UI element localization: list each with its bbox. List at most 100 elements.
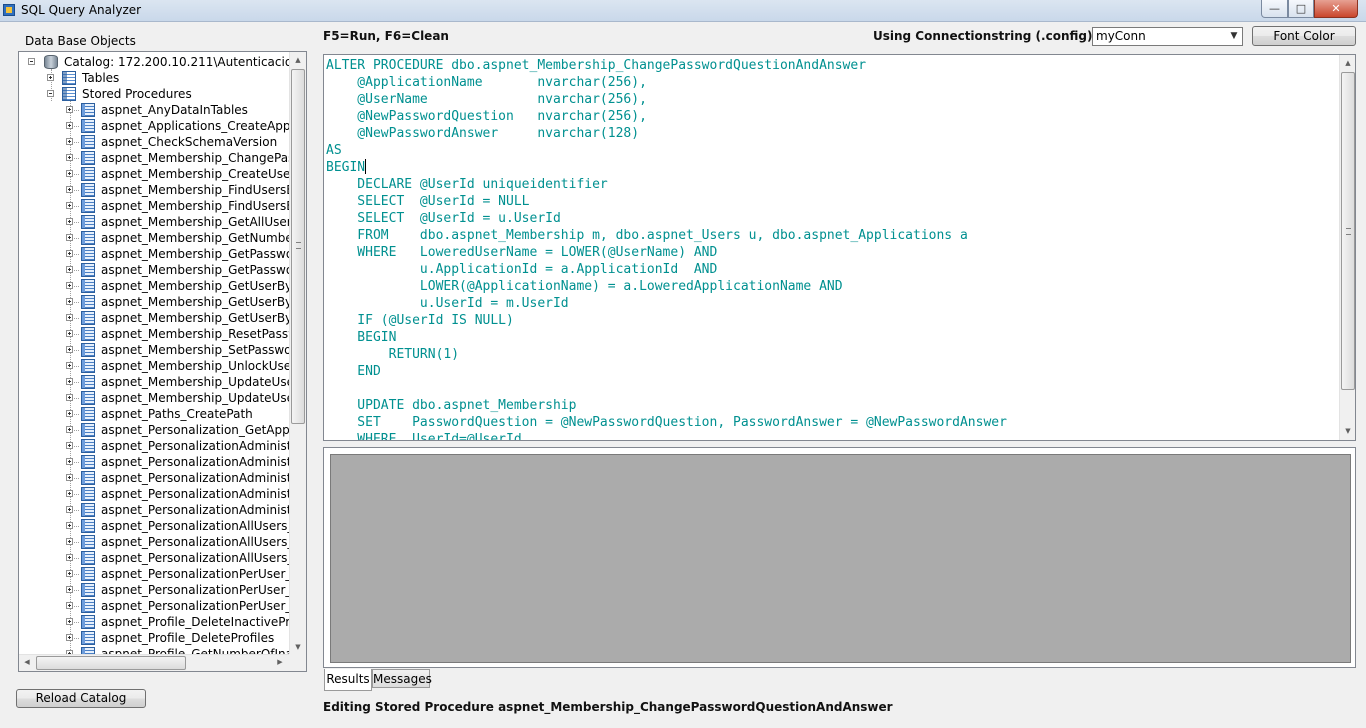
stored-procedure-icon — [81, 135, 95, 149]
font-color-button[interactable]: Font Color — [1252, 26, 1356, 46]
database-objects-label: Data Base Objects — [25, 34, 136, 48]
folder-icon — [62, 87, 76, 101]
procedure-label: aspnet_Membership_UpdateUser — [101, 375, 299, 389]
expand-icon[interactable] — [66, 522, 73, 529]
procedure-label: aspnet_Membership_ChangePass — [101, 151, 301, 165]
shortcut-hint: F5=Run, F6=Clean — [323, 29, 449, 43]
results-grid[interactable] — [330, 454, 1351, 663]
stored-procedure-icon — [81, 103, 95, 117]
procedure-label: aspnet_Applications_CreateApplications — [101, 119, 306, 133]
expand-icon[interactable] — [66, 314, 73, 321]
tree-vertical-scrollbar[interactable]: ▲ ▼ — [289, 52, 306, 656]
minimize-button[interactable]: — — [1261, 0, 1288, 18]
stored-procedure-icon — [81, 487, 95, 501]
scroll-left-icon[interactable]: ◀ — [19, 655, 35, 670]
expand-icon[interactable] — [66, 122, 73, 129]
stored-procedure-icon — [81, 615, 95, 629]
expand-icon[interactable] — [66, 282, 73, 289]
procedure-label: aspnet_AnyDataInTables — [101, 103, 248, 117]
close-button[interactable]: ✕ — [1314, 0, 1358, 18]
procedure-label: aspnet_Membership_GetPasswor — [101, 263, 299, 277]
scroll-thumb[interactable] — [36, 656, 186, 670]
connection-value: myConn — [1096, 29, 1146, 43]
procedure-label: aspnet_PersonalizationAllUsers_R — [101, 535, 302, 549]
scroll-up-icon[interactable]: ▲ — [1340, 55, 1355, 72]
sql-editor[interactable]: ALTER PROCEDURE dbo.aspnet_Membership_Ch… — [323, 54, 1356, 441]
expand-icon[interactable] — [66, 426, 73, 433]
procedure-label: aspnet_Membership_ResetPassw — [101, 327, 298, 341]
chevron-down-icon[interactable]: ▼ — [1226, 28, 1242, 45]
database-objects-tree[interactable]: Catalog: 172.200.10.211\Autenticacion Ta… — [18, 51, 307, 672]
collapse-icon[interactable] — [28, 58, 35, 65]
tree-horizontal-scrollbar[interactable]: ◀ ▶ — [19, 654, 289, 671]
scroll-thumb[interactable] — [1341, 72, 1355, 390]
collapse-icon[interactable] — [47, 90, 54, 97]
expand-icon[interactable] — [66, 330, 73, 337]
stored-procedure-icon — [81, 151, 95, 165]
expand-icon[interactable] — [66, 234, 73, 241]
stored-procedure-icon — [81, 391, 95, 405]
sql-code[interactable]: ALTER PROCEDURE dbo.aspnet_Membership_Ch… — [326, 57, 1007, 441]
expand-icon[interactable] — [66, 634, 73, 641]
expand-icon[interactable] — [66, 570, 73, 577]
expand-icon[interactable] — [47, 74, 54, 81]
expand-icon[interactable] — [66, 362, 73, 369]
expand-icon[interactable] — [66, 410, 73, 417]
tables-label: Tables — [82, 71, 120, 85]
stored-procedure-icon — [81, 583, 95, 597]
expand-icon[interactable] — [66, 506, 73, 513]
expand-icon[interactable] — [66, 298, 73, 305]
scroll-right-icon[interactable]: ▶ — [272, 655, 288, 670]
expand-icon[interactable] — [66, 538, 73, 545]
procedure-label: aspnet_Membership_FindUsersBy — [101, 199, 302, 213]
expand-icon[interactable] — [66, 250, 73, 257]
maximize-button[interactable]: □ — [1288, 0, 1314, 18]
scroll-up-icon[interactable]: ▲ — [290, 52, 306, 69]
code-text-after-cursor: DECLARE @UserId uniqueidentifier SELECT … — [357, 177, 1007, 441]
procedure-label: aspnet_Membership_GetPasswor — [101, 247, 299, 261]
connection-select[interactable]: myConn ▼ — [1092, 27, 1243, 46]
expand-icon[interactable] — [66, 602, 73, 609]
procedure-label: aspnet_Profile_DeleteProfiles — [101, 631, 275, 645]
expand-icon[interactable] — [66, 586, 73, 593]
stored-procedure-icon — [81, 247, 95, 261]
procedure-label: aspnet_PersonalizationAdministra — [101, 455, 304, 469]
procedure-label: aspnet_Membership_GetUserByU — [101, 311, 301, 325]
scroll-thumb[interactable] — [291, 69, 305, 424]
scroll-down-icon[interactable]: ▼ — [1340, 423, 1355, 440]
text-cursor — [365, 159, 367, 174]
expand-icon[interactable] — [66, 186, 73, 193]
expand-icon[interactable] — [66, 378, 73, 385]
expand-icon[interactable] — [66, 154, 73, 161]
expand-icon[interactable] — [66, 138, 73, 145]
tab-results[interactable]: Results — [324, 669, 372, 691]
reload-catalog-button[interactable]: Reload Catalog — [16, 689, 146, 708]
expand-icon[interactable] — [66, 202, 73, 209]
expand-icon[interactable] — [66, 394, 73, 401]
stored-procedure-icon — [81, 631, 95, 645]
expand-icon[interactable] — [66, 554, 73, 561]
stored-procedure-icon — [81, 327, 95, 341]
procedure-label: aspnet_PersonalizationPerUser_S — [101, 599, 299, 613]
database-icon — [44, 55, 58, 69]
stored-procedure-icon — [81, 599, 95, 613]
tab-messages[interactable]: Messages — [372, 669, 432, 688]
expand-icon[interactable] — [66, 218, 73, 225]
procedure-label: aspnet_PersonalizationAllUsers_G — [101, 519, 303, 533]
grip-icon — [1346, 228, 1351, 235]
expand-icon[interactable] — [66, 458, 73, 465]
stored-procedure-icon — [81, 455, 95, 469]
expand-icon[interactable] — [66, 346, 73, 353]
expand-icon[interactable] — [66, 106, 73, 113]
status-text: Editing Stored Procedure aspnet_Membersh… — [323, 700, 893, 714]
expand-icon[interactable] — [66, 474, 73, 481]
expand-icon[interactable] — [66, 266, 73, 273]
expand-icon[interactable] — [66, 618, 73, 625]
stored-procedure-icon — [81, 279, 95, 293]
expand-icon[interactable] — [66, 490, 73, 497]
editor-vertical-scrollbar[interactable]: ▲ ▼ — [1339, 55, 1355, 440]
procedure-label: aspnet_Membership_CreateUser — [101, 167, 296, 181]
expand-icon[interactable] — [66, 170, 73, 177]
connection-label: Using Connectionstring (.config) — [873, 29, 1093, 43]
expand-icon[interactable] — [66, 442, 73, 449]
